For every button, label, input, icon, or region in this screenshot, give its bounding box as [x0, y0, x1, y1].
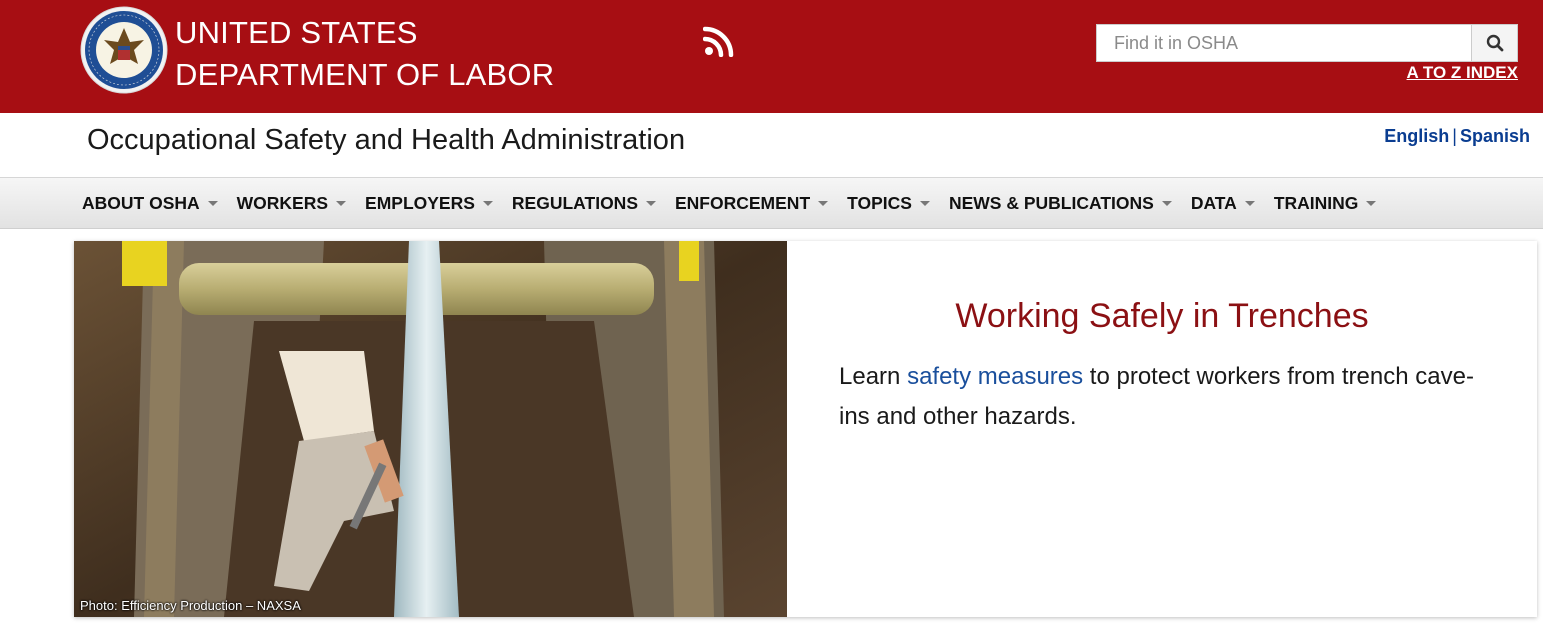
hero-title[interactable]: Working Safely in Trenches: [787, 297, 1537, 336]
search-input[interactable]: [1096, 24, 1471, 62]
trench-photo-illustration: [74, 241, 787, 617]
nav-item-training[interactable]: TRAINING: [1274, 193, 1377, 214]
nav-item-label: DATA: [1190, 192, 1237, 213]
chevron-down-icon: [646, 200, 656, 206]
chevron-down-icon: [336, 200, 347, 206]
chevron-down-icon: [1366, 200, 1377, 206]
hero-text-before: Learn: [839, 363, 908, 390]
nav-item-label: ENFORCEMENT: [675, 192, 811, 213]
hero-description: Learn safety measures to protect workers…: [839, 357, 1499, 437]
a-to-z-index-link[interactable]: A TO Z INDEX: [1407, 63, 1518, 83]
nav-item-label: NEWS & PUBLICATIONS: [948, 192, 1154, 213]
chevron-down-icon: [1244, 200, 1255, 206]
chevron-down-icon: [482, 200, 493, 206]
nav-item-regulations[interactable]: REGULATIONS: [512, 193, 656, 214]
department-title-line1: UNITED STATES: [175, 15, 418, 50]
agency-name[interactable]: Occupational Safety and Health Administr…: [87, 124, 685, 157]
nav-item-employers[interactable]: EMPLOYERS: [365, 193, 493, 214]
nav-list: ABOUT OSHA WORKERS EMPLOYERS REGULATIONS…: [82, 178, 1395, 228]
department-title[interactable]: UNITED STATES DEPARTMENT OF LABOR: [175, 12, 554, 96]
search-icon: [1486, 34, 1503, 52]
nav-item-enforcement[interactable]: ENFORCEMENT: [675, 192, 829, 214]
trench-worker-photo[interactable]: Photo: Efficiency Production – NAXSA: [74, 241, 787, 617]
chevron-down-icon: [1161, 200, 1172, 206]
nav-item-topics[interactable]: TOPICS: [847, 193, 930, 214]
nav-item-label: TOPICS: [847, 192, 912, 213]
nav-item-label: WORKERS: [236, 192, 329, 213]
nav-item-news-publications[interactable]: NEWS & PUBLICATIONS: [949, 193, 1172, 214]
chevron-down-icon: [818, 200, 829, 206]
main-navigation: ABOUT OSHA WORKERS EMPLOYERS REGULATIONS…: [0, 177, 1543, 229]
search-form: [1096, 24, 1518, 62]
department-title-line2: DEPARTMENT OF LABOR: [175, 57, 555, 92]
nav-item-label: REGULATIONS: [511, 192, 638, 213]
language-switcher: English | Spanish: [1384, 126, 1530, 147]
rss-icon[interactable]: [703, 25, 735, 57]
language-spanish-link[interactable]: Spanish: [1460, 126, 1530, 146]
search-button[interactable]: [1471, 24, 1518, 62]
chevron-down-icon: [207, 200, 218, 206]
chevron-down-icon: [919, 200, 930, 206]
nav-item-label: TRAINING: [1273, 192, 1359, 213]
department-seal-logo[interactable]: [80, 6, 168, 94]
language-separator: |: [1452, 126, 1457, 146]
hero-feature: Photo: Efficiency Production – NAXSA Wor…: [74, 241, 1537, 617]
nav-item-workers[interactable]: WORKERS: [236, 192, 347, 214]
top-banner: UNITED STATES DEPARTMENT OF LABOR A TO Z…: [0, 0, 1543, 113]
photo-credit: Photo: Efficiency Production – NAXSA: [80, 598, 301, 613]
nav-item-label: ABOUT OSHA: [82, 192, 200, 213]
nav-item-about-osha[interactable]: ABOUT OSHA: [82, 193, 218, 214]
nav-item-label: EMPLOYERS: [365, 192, 475, 213]
language-english-link[interactable]: English: [1384, 126, 1449, 146]
safety-measures-link[interactable]: safety measures: [907, 363, 1083, 390]
nav-item-data[interactable]: DATA: [1191, 193, 1255, 214]
